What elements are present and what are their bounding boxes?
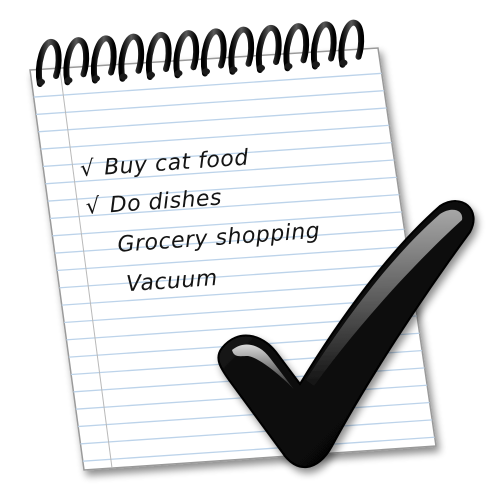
- spiral-hole: [147, 71, 155, 79]
- spiral-hole: [64, 77, 73, 84]
- spiral-hole: [312, 61, 320, 68]
- spiral-hole: [339, 59, 348, 66]
- notepad-icon-canvas: √ Buy cat food √ Do dishes Grocery shopp…: [0, 0, 492, 492]
- check-mark-2: √: [85, 194, 102, 220]
- spiral-hole: [92, 75, 100, 82]
- spiral-hole: [257, 64, 265, 72]
- spiral-hole: [202, 68, 210, 75]
- spiral-hole: [174, 70, 183, 77]
- spiral-hole: [229, 66, 238, 73]
- spiral-hole: [37, 78, 45, 86]
- check-mark-1: √: [79, 156, 96, 182]
- notepad-illustration: √ Buy cat food √ Do dishes Grocery shopp…: [29, 19, 475, 471]
- spiral-hole: [119, 73, 128, 80]
- spiral-hole: [284, 63, 293, 70]
